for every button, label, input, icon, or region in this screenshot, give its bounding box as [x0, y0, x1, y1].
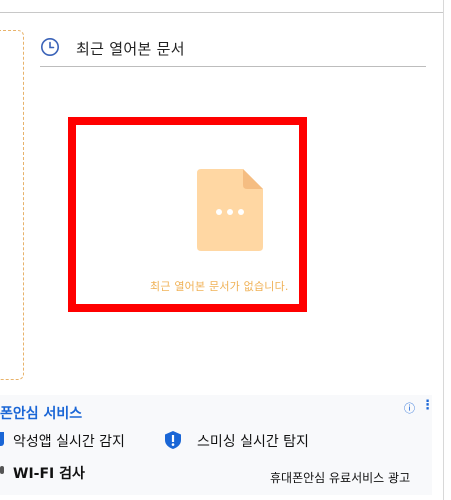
empty-message: 최근 열어본 문서가 없습니다. [150, 280, 289, 293]
document-icon [197, 169, 263, 251]
bullet-icon [0, 432, 4, 446]
clock-icon [41, 38, 59, 56]
dashed-drop-panel [0, 30, 24, 380]
bullet-icon [0, 466, 4, 474]
alert-shield-icon [165, 431, 181, 449]
ad-title[interactable]: 폰안심 서비스 [0, 403, 82, 423]
top-divider [0, 0, 443, 13]
more-options-icon[interactable]: ⋮ [421, 398, 434, 413]
ad-item-smishing[interactable]: 스미싱 실시간 탐지 [197, 431, 309, 451]
ad-banner[interactable]: 폰안심 서비스 ⓘ ⋮ 악성앱 실시간 감지 스미싱 실시간 탐지 WI-FI … [0, 395, 434, 495]
ad-item-wifi[interactable]: WI-FI 검사 [13, 463, 85, 483]
recent-documents-title: 최근 열어본 문서 [76, 40, 185, 58]
right-divider [443, 0, 444, 500]
recent-documents-header: 최근 열어본 문서 [40, 36, 426, 67]
ad-item-malware[interactable]: 악성앱 실시간 감지 [13, 431, 125, 451]
info-icon[interactable]: ⓘ [404, 400, 415, 416]
ad-footer-label: 휴대폰안심 유료서비스 광고 [270, 471, 411, 485]
